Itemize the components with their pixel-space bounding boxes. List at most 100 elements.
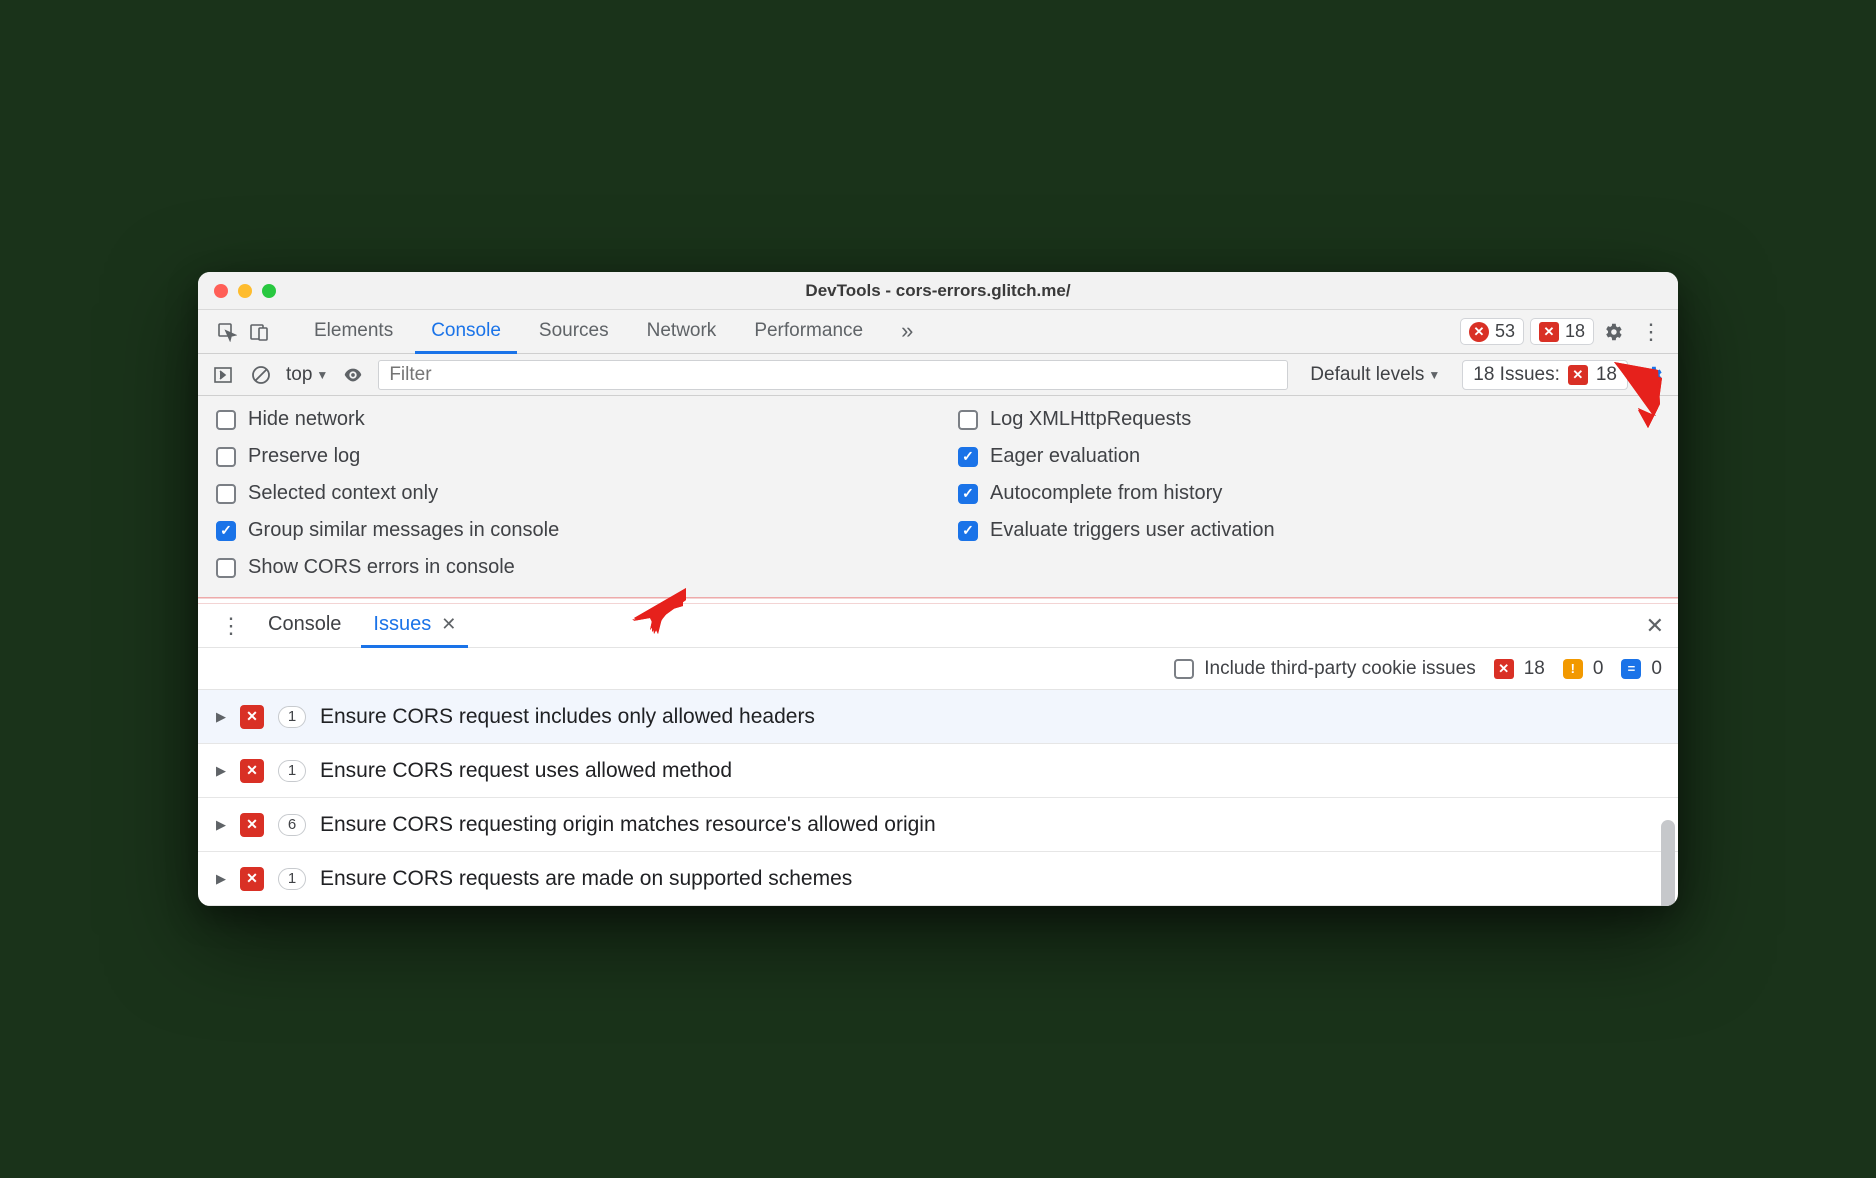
drawer-menu-icon[interactable]: ⋮: [212, 613, 248, 639]
annotation-arrow-icon: [628, 586, 688, 636]
error-icon: ✕: [1494, 659, 1514, 679]
errors-badge[interactable]: ✕ 53: [1460, 318, 1524, 345]
option-log-xhr[interactable]: Log XMLHttpRequests: [958, 408, 1660, 431]
settings-gear-icon[interactable]: [1600, 319, 1626, 345]
issue-title: Ensure CORS requesting origin matches re…: [320, 813, 936, 837]
expand-icon: ▶: [216, 817, 226, 833]
annotation-arrow-icon: [1608, 360, 1664, 430]
tab-sources[interactable]: Sources: [523, 311, 625, 354]
checkbox-icon: [958, 410, 978, 430]
option-label: Group similar messages in console: [248, 519, 559, 542]
issue-category-icon: ✕: [240, 867, 264, 891]
expand-icon: ▶: [216, 709, 226, 725]
titlebar: DevTools - cors-errors.glitch.me/: [198, 272, 1678, 310]
issue-category-icon: ✕: [240, 759, 264, 783]
live-expression-icon[interactable]: [340, 362, 366, 388]
issue-count: 6: [278, 814, 306, 836]
tab-network[interactable]: Network: [631, 311, 733, 354]
close-window-button[interactable]: [214, 284, 228, 298]
console-toolbar: top ▼ Default levels ▼ 18 Issues: ✕ 18: [198, 354, 1678, 396]
checkbox-icon: [216, 447, 236, 467]
option-label: Preserve log: [248, 445, 360, 468]
issue-row[interactable]: ▶ ✕ 1 Ensure CORS request includes only …: [198, 690, 1678, 744]
tab-console[interactable]: Console: [415, 311, 517, 354]
option-show-cors-errors[interactable]: Show CORS errors in console: [216, 556, 918, 579]
option-autocomplete-history[interactable]: Autocomplete from history: [958, 482, 1660, 505]
issue-count: 1: [278, 760, 306, 782]
context-label: top: [286, 364, 312, 386]
info-icon: =: [1621, 659, 1641, 679]
drawer-tabbar: ⋮ Console Issues ✕ ✕: [198, 604, 1678, 648]
tab-elements[interactable]: Elements: [298, 311, 409, 354]
checkbox-icon: [216, 484, 236, 504]
issues-badge[interactable]: ✕ 18: [1530, 318, 1594, 345]
log-levels-selector[interactable]: Default levels ▼: [1300, 364, 1450, 386]
clear-console-icon[interactable]: [248, 362, 274, 388]
issues-error-count: ✕ 18: [1494, 658, 1545, 680]
option-eager-eval[interactable]: Eager evaluation: [958, 445, 1660, 468]
chat-error-icon: ✕: [1539, 322, 1559, 342]
window-title: DevTools - cors-errors.glitch.me/: [198, 281, 1678, 301]
dropdown-icon: ▼: [316, 368, 328, 382]
option-label: Include third-party cookie issues: [1204, 658, 1475, 680]
issues-toolbar: Include third-party cookie issues ✕ 18 !…: [198, 648, 1678, 690]
issue-count: 1: [278, 868, 306, 890]
sidebar-toggle-icon[interactable]: [210, 362, 236, 388]
drawer-tab-console[interactable]: Console: [256, 605, 353, 648]
option-label: Eager evaluation: [990, 445, 1140, 468]
option-label: Show CORS errors in console: [248, 556, 515, 579]
drawer-tab-issues[interactable]: Issues ✕: [361, 605, 468, 648]
option-user-activation[interactable]: Evaluate triggers user activation: [958, 519, 1660, 542]
dropdown-icon: ▼: [1428, 368, 1440, 382]
issue-title: Ensure CORS request uses allowed method: [320, 759, 732, 783]
checkbox-checked-icon: [958, 447, 978, 467]
issue-category-icon: ✕: [240, 705, 264, 729]
minimize-window-button[interactable]: [238, 284, 252, 298]
device-toolbar-icon[interactable]: [246, 319, 272, 345]
main-tabbar: Elements Console Sources Network Perform…: [198, 310, 1678, 354]
checkbox-checked-icon: [216, 521, 236, 541]
scrollbar-thumb[interactable]: [1661, 820, 1675, 906]
issue-row[interactable]: ▶ ✕ 6 Ensure CORS requesting origin matc…: [198, 798, 1678, 852]
inspect-element-icon[interactable]: [214, 319, 240, 345]
close-tab-icon[interactable]: ✕: [441, 614, 456, 635]
issues-label: 18 Issues:: [1473, 364, 1560, 386]
issue-title: Ensure CORS request includes only allowe…: [320, 705, 815, 729]
include-thirdparty-option[interactable]: Include third-party cookie issues: [1174, 658, 1475, 680]
chat-errors-count: 18: [1565, 321, 1585, 342]
context-selector[interactable]: top ▼: [286, 364, 328, 386]
console-settings-panel: Hide network Log XMLHttpRequests Preserv…: [198, 396, 1678, 598]
issue-row[interactable]: ▶ ✕ 1 Ensure CORS requests are made on s…: [198, 852, 1678, 906]
option-label: Log XMLHttpRequests: [990, 408, 1191, 431]
filter-input[interactable]: [378, 360, 1288, 390]
more-menu-icon[interactable]: ⋮: [1632, 319, 1668, 345]
option-preserve-log[interactable]: Preserve log: [216, 445, 918, 468]
checkbox-icon: [1174, 659, 1194, 679]
maximize-window-button[interactable]: [262, 284, 276, 298]
option-group-similar[interactable]: Group similar messages in console: [216, 519, 918, 542]
option-label: Evaluate triggers user activation: [990, 519, 1275, 542]
option-label: Hide network: [248, 408, 365, 431]
tab-performance[interactable]: Performance: [738, 311, 879, 354]
issue-category-icon: ✕: [240, 813, 264, 837]
levels-label: Default levels: [1310, 364, 1424, 386]
issues-list: ▶ ✕ 1 Ensure CORS request includes only …: [198, 690, 1678, 906]
error-icon: ✕: [1568, 365, 1588, 385]
checkbox-checked-icon: [958, 521, 978, 541]
option-hide-network[interactable]: Hide network: [216, 408, 918, 431]
issue-title: Ensure CORS requests are made on support…: [320, 867, 852, 891]
option-label: Selected context only: [248, 482, 438, 505]
window-controls: [198, 284, 276, 298]
expand-icon: ▶: [216, 763, 226, 779]
tabs-overflow-button[interactable]: »: [885, 311, 929, 354]
option-selected-context[interactable]: Selected context only: [216, 482, 918, 505]
errors-count: 53: [1495, 321, 1515, 342]
checkbox-checked-icon: [958, 484, 978, 504]
issue-row[interactable]: ▶ ✕ 1 Ensure CORS request uses allowed m…: [198, 744, 1678, 798]
warning-icon: !: [1563, 659, 1583, 679]
drawer-tab-label: Issues: [373, 613, 431, 636]
close-drawer-icon[interactable]: ✕: [1646, 613, 1664, 639]
issues-button[interactable]: 18 Issues: ✕ 18: [1462, 360, 1628, 390]
option-label: Autocomplete from history: [990, 482, 1222, 505]
checkbox-icon: [216, 410, 236, 430]
